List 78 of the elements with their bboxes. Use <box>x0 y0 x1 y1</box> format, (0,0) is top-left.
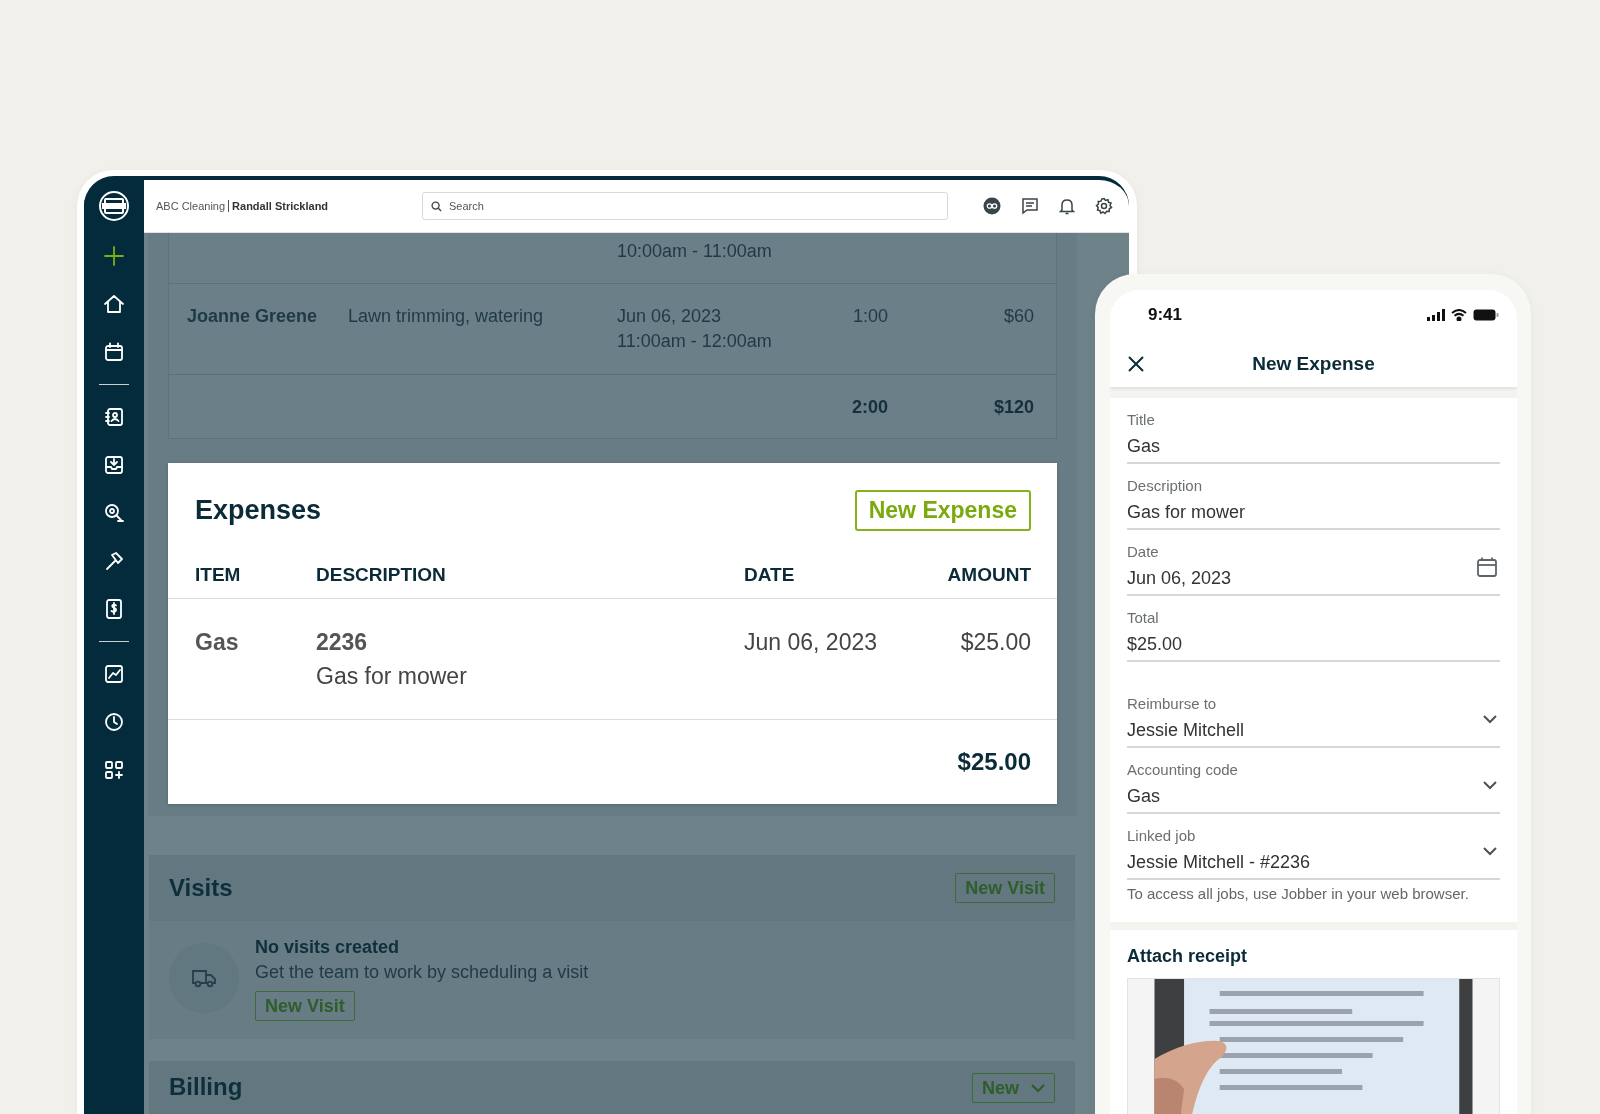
chat-icon[interactable] <box>1021 197 1039 215</box>
status-time: 9:41 <box>1148 305 1183 325</box>
total-amount: $120 <box>992 396 1034 419</box>
chevron-down-icon[interactable] <box>1482 845 1498 856</box>
total-amount: $25.00 <box>957 747 1031 777</box>
field-value: Gas <box>1127 435 1161 458</box>
chevron-down-icon <box>1031 1083 1045 1093</box>
search-icon <box>431 201 442 212</box>
clock-icon[interactable] <box>103 711 125 733</box>
form-field[interactable]: Accounting code Gas <box>1127 748 1500 814</box>
bell-icon[interactable] <box>1059 197 1075 215</box>
field-value: Jessie Mitchell <box>1127 719 1246 742</box>
table-cell-text: Lawn trimming, watering <box>348 305 545 328</box>
section-title: Expenses <box>195 494 322 526</box>
battery-icon <box>1473 309 1499 321</box>
table-cell-text: 10:00am - 11:00am <box>617 240 773 263</box>
table-cell-text: Joanne Greene <box>187 305 319 328</box>
field-label: Title <box>1127 410 1156 430</box>
form-field[interactable]: Reimburse to Jessie Mitchell <box>1127 682 1500 748</box>
section-title: Attach receipt <box>1127 945 1249 968</box>
form-field[interactable]: Date Jun 06, 2023 <box>1127 530 1500 596</box>
table-cell-text: Gas <box>195 628 240 657</box>
field-label: Description <box>1127 476 1204 496</box>
company-name: ABC Cleaning <box>156 200 226 212</box>
calendar-icon[interactable] <box>1476 555 1498 578</box>
column-header: DATE <box>744 564 796 586</box>
field-value: Jun 06, 2023 <box>1127 567 1233 590</box>
empty-state-title: No visits created <box>255 936 401 959</box>
empty-state-text: Get the team to work by scheduling a visit <box>255 961 589 984</box>
form-field[interactable]: Title Gas <box>1127 398 1500 464</box>
column-header: AMOUNT <box>946 564 1031 586</box>
chevron-down-icon[interactable] <box>1482 779 1498 790</box>
field-value: Gas <box>1127 785 1161 808</box>
section-title: Billing <box>169 1073 243 1101</box>
contact-card-icon[interactable] <box>103 406 125 428</box>
magnifier-icon[interactable] <box>103 502 125 524</box>
field-label: Date <box>1127 542 1160 562</box>
helper-text: To access all jobs, use Jobber in your web browser. <box>1127 884 1470 904</box>
field-value: Jessie Mitchell - #2236 <box>1127 851 1312 874</box>
field-value: Gas for mower <box>1127 501 1247 524</box>
logo-icon <box>98 190 130 222</box>
plus-icon[interactable] <box>103 245 125 267</box>
inbox-icon[interactable] <box>103 454 125 476</box>
screen-title: New Expense <box>1252 352 1375 375</box>
table-cell-text: Jun 06, 2023 <box>744 628 878 657</box>
column-header: ITEM <box>195 564 242 586</box>
section-title: Visits <box>169 874 233 902</box>
home-icon[interactable] <box>103 293 125 315</box>
form-field[interactable]: Total $25.00 <box>1127 596 1500 662</box>
form-field[interactable]: Linked job Jessie Mitchell - #2236 <box>1127 814 1500 880</box>
table-cell-text: Jun 06, 2023 <box>617 305 723 328</box>
table-cell-text: $25.00 <box>959 628 1031 657</box>
user-name: Randall Strickland <box>228 200 329 212</box>
field-value: $25.00 <box>1127 633 1184 656</box>
chart-icon[interactable] <box>103 663 125 685</box>
field-label: Reimburse to <box>1127 694 1218 714</box>
field-label: Total <box>1127 608 1160 628</box>
hammer-icon[interactable] <box>103 550 125 572</box>
table-cell-text: 1:00 <box>851 305 888 328</box>
chevron-down-icon[interactable] <box>1482 713 1498 724</box>
table-cell-text: 2236 <box>316 628 369 657</box>
invoice-icon[interactable] <box>103 598 125 620</box>
apps-icon[interactable] <box>103 759 125 781</box>
settings-icon[interactable] <box>1095 197 1113 215</box>
field-label: Accounting code <box>1127 760 1239 780</box>
column-header: DESCRIPTION <box>316 564 447 586</box>
field-label: Linked job <box>1127 826 1197 846</box>
calendar-icon[interactable] <box>103 341 125 363</box>
signal-icon <box>1427 309 1445 321</box>
wifi-icon <box>1451 309 1467 321</box>
table-cell-text: $60 <box>1002 305 1034 328</box>
table-cell-text: 11:00am - 12:00am <box>617 330 773 353</box>
total-hours: 2:00 <box>850 396 888 419</box>
search-field[interactable]: Search <box>422 192 948 220</box>
logo-badge-icon[interactable] <box>983 197 1001 215</box>
table-cell-text: Gas for mower <box>316 662 468 691</box>
close-icon[interactable] <box>1128 355 1144 372</box>
form-field[interactable]: Description Gas for mower <box>1127 464 1500 530</box>
